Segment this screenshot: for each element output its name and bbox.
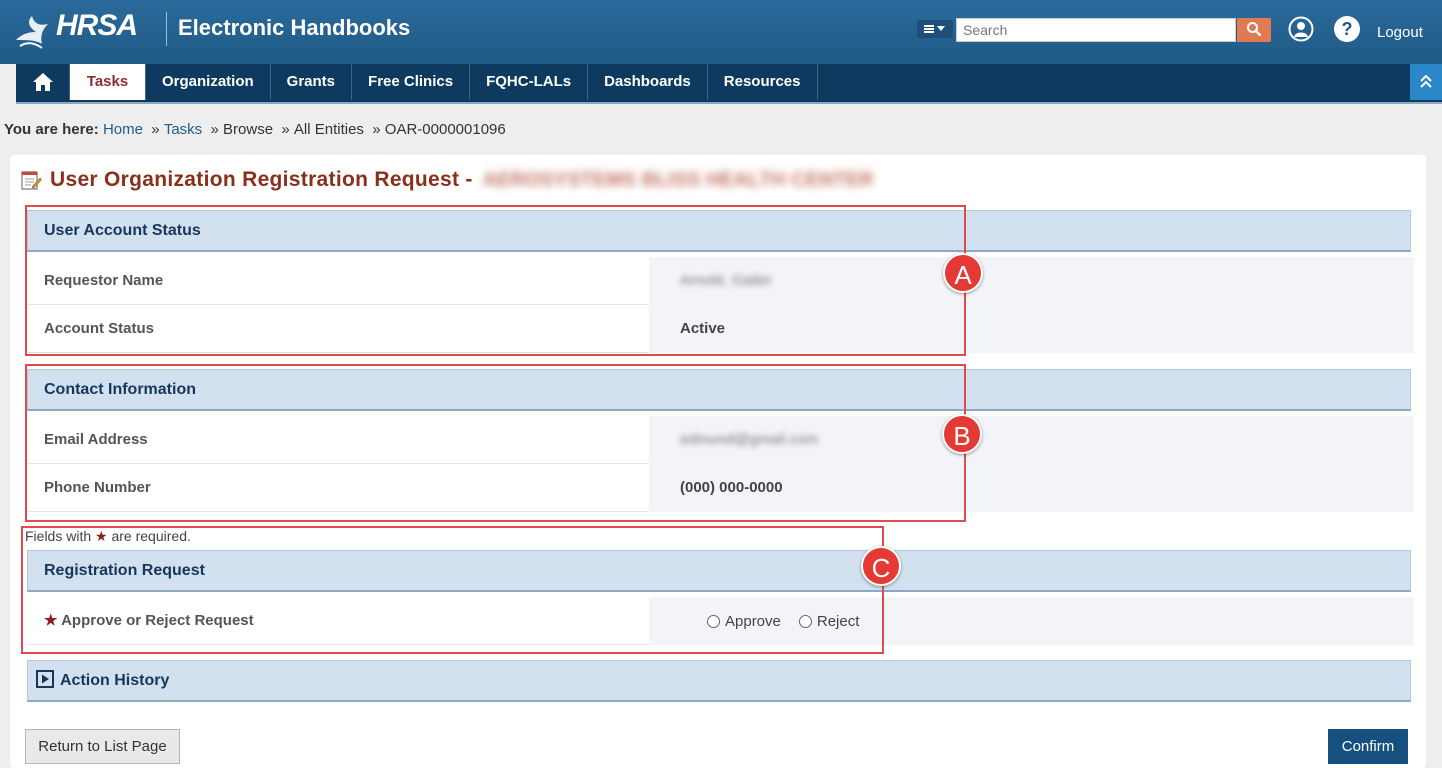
nav-tab-grants[interactable]: Grants <box>271 64 353 100</box>
section-header-action-history[interactable]: Action History <box>27 660 1411 702</box>
confirm-button[interactable]: Confirm <box>1328 729 1408 764</box>
annotation-badge-a: A <box>943 253 983 293</box>
search-scope-menu[interactable] <box>917 20 953 38</box>
annotation-badge-c: C <box>861 546 901 586</box>
nav-tab-organization[interactable]: Organization <box>146 64 271 100</box>
menu-dropdown-icon <box>924 25 945 33</box>
form-edit-icon <box>21 171 42 190</box>
breadcrumb-home[interactable]: Home <box>103 121 143 138</box>
double-chevron-up-icon <box>1420 75 1432 88</box>
annotation-box-c <box>21 526 884 654</box>
breadcrumb-tasks[interactable]: Tasks <box>164 121 202 138</box>
breadcrumb-prefix: You are here: <box>4 121 99 138</box>
organization-name-redacted: AEROSYSTEMS BLISS HEALTH CENTER <box>482 168 874 191</box>
nav-tab-free-clinics[interactable]: Free Clinics <box>352 64 471 100</box>
expand-toggle-icon[interactable] <box>36 670 54 688</box>
search-input[interactable] <box>956 18 1236 42</box>
annotation-badge-b: B <box>942 414 982 454</box>
return-to-list-button[interactable]: Return to List Page <box>25 729 180 764</box>
breadcrumb-current: OAR-0000001096 <box>384 121 506 138</box>
nav-tab-dashboards[interactable]: Dashboards <box>588 64 708 100</box>
nav-collapse-button[interactable] <box>1410 64 1442 100</box>
logo-divider <box>166 12 167 46</box>
home-icon <box>32 73 53 91</box>
app-header: HRSA Electronic Handbooks ? Logout <box>0 0 1442 64</box>
app-title: Electronic Handbooks <box>178 15 411 40</box>
annotation-box-b <box>25 364 966 522</box>
user-profile-icon[interactable] <box>1288 16 1314 42</box>
help-icon[interactable]: ? <box>1333 15 1361 43</box>
nav-tab-fqhc-lals[interactable]: FQHC-LALs <box>470 64 589 100</box>
page-title-row: User Organization Registration Request -… <box>20 166 874 194</box>
nav-tab-resources[interactable]: Resources <box>708 64 818 100</box>
breadcrumb: You are here: Home » Tasks » Browse » Al… <box>4 121 506 138</box>
search-button[interactable] <box>1237 18 1271 42</box>
hrsa-logo[interactable]: HRSA <box>56 9 138 43</box>
search-icon <box>1247 21 1262 36</box>
logout-link[interactable]: Logout <box>1377 24 1423 41</box>
hhs-eagle-logo-icon <box>16 16 48 49</box>
page-title: User Organization Registration Request - <box>50 168 473 191</box>
nav-home[interactable] <box>16 64 70 100</box>
breadcrumb-browse: Browse <box>223 121 274 138</box>
annotation-box-a <box>25 205 966 356</box>
action-history-title: Action History <box>60 672 170 689</box>
breadcrumb-all-entities: All Entities <box>293 121 364 138</box>
main-navigation: Tasks Organization Grants Free Clinics F… <box>16 64 1442 104</box>
nav-tab-tasks[interactable]: Tasks <box>70 64 146 100</box>
svg-text:?: ? <box>1342 19 1353 39</box>
